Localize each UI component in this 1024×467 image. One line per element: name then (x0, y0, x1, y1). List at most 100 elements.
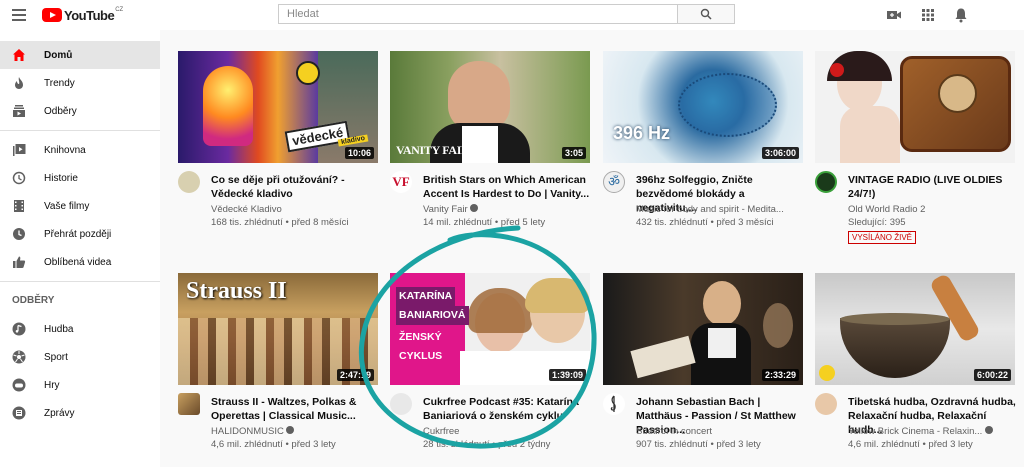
video-thumbnail[interactable]: 6:00:22 (815, 273, 1015, 385)
thumbs-up-icon (13, 256, 26, 268)
treble-clef-icon (610, 395, 616, 412)
video-card[interactable]: VINTAGE RADIO (LIVE OLDIES 24/7!) Old Wo… (815, 51, 1015, 244)
film-icon (14, 200, 24, 212)
flower-icon (819, 365, 835, 381)
video-meta: Vědecké Kladivo 168 tis. zhlédnutí • pře… (211, 203, 379, 229)
video-thumbnail[interactable]: vědecké kladivo 10:06 (178, 51, 378, 163)
notifications-bell-icon[interactable] (953, 7, 969, 23)
channel-avatar[interactable] (390, 393, 412, 415)
video-card[interactable]: 396 Hz 3:06:00 ॐ 396hz Solfeggio, Zničte… (603, 51, 803, 228)
channel-name[interactable]: Old World Radio 2 (848, 203, 1016, 216)
sidebar-item-label: Hry (44, 380, 60, 391)
channel-name[interactable]: Südtirol in concert (636, 425, 804, 438)
video-meta: Music for body and spirit - Medita... 43… (636, 203, 804, 229)
thermal-figure (203, 66, 253, 146)
thumbnail-text-line: KATARÍNA (396, 287, 456, 306)
sidebar-item-library[interactable]: Knihovna (0, 136, 160, 164)
sidebar-item-label: Odběry (44, 106, 77, 117)
thumbnail-text: 396 Hz (613, 123, 671, 143)
sidebar-item-label: Trendy (44, 78, 75, 89)
singing-bowl (840, 318, 950, 378)
thumbnail-text-line: BANIARIOVÁ (396, 306, 469, 325)
sidebar-item-sport[interactable]: Sport (0, 343, 160, 371)
video-stats: 168 tis. zhlédnutí • před 8 měsíci (211, 217, 349, 228)
sidebar-item-history[interactable]: Historie (0, 164, 160, 192)
channel-avatar[interactable]: ॐ (603, 171, 625, 193)
search-button[interactable] (677, 4, 735, 24)
video-thumbnail[interactable]: 396 Hz 3:06:00 (603, 51, 803, 163)
logo-text: YouTube (64, 7, 115, 23)
sidebar-item-news[interactable]: Zprávy (0, 399, 160, 427)
channel-avatar[interactable] (178, 393, 200, 415)
video-stats: 907 tis. zhlédnutí • před 3 lety (636, 439, 761, 450)
search-input[interactable]: Hledat (278, 4, 678, 24)
channel-name[interactable]: HALIDONMUSIC (211, 425, 379, 438)
video-thumbnail[interactable] (815, 51, 1015, 163)
sidebar-item-your-movies[interactable]: Vaše filmy (0, 192, 160, 220)
person-face (448, 61, 510, 131)
channel-name-text: HALIDONMUSIC (211, 426, 284, 437)
video-title[interactable]: Strauss II - Waltzes, Polkas & Operettas… (211, 395, 379, 423)
sidebar-item-label: Vaše filmy (44, 201, 90, 212)
video-thumbnail[interactable]: KATARÍNA BANIARIOVÁ ŽENSKÝ CYKLUS 1:39:0… (390, 273, 590, 385)
video-title[interactable]: Co se děje při otužování? - Vědecké klad… (211, 173, 379, 201)
video-duration: 2:47:19 (336, 369, 374, 381)
channel-name[interactable]: Music for body and spirit - Medita... (636, 203, 804, 216)
youtube-logo[interactable]: YouTube CZ (42, 6, 123, 24)
create-video-icon[interactable] (886, 7, 902, 23)
sidebar-item-liked-videos[interactable]: Oblíbená videa (0, 248, 160, 276)
video-duration: 3:06:00 (761, 147, 799, 159)
thumbnail-text: Strauss II (186, 278, 287, 304)
channel-avatar[interactable] (178, 171, 200, 193)
video-thumbnail[interactable]: VANITY FAIR 3:05 (390, 51, 590, 163)
sidebar-item-label: Historie (44, 173, 78, 184)
channel-avatar[interactable]: VF (390, 171, 412, 193)
library-icon (13, 144, 26, 156)
video-card[interactable]: Strauss II 2:47:19 Strauss II - Waltzes,… (178, 273, 378, 450)
sidebar-item-subscriptions[interactable]: Odběry (0, 97, 160, 125)
channel-name[interactable]: Vanity Fair (423, 203, 591, 216)
video-title[interactable]: VINTAGE RADIO (LIVE OLDIES 24/7!) (848, 173, 1016, 201)
video-meta: Yellow Brick Cinema - Relaxin... 4,6 mil… (848, 425, 1016, 451)
bowl-rim (840, 313, 950, 325)
channel-avatar[interactable] (815, 171, 837, 193)
channel-avatar[interactable] (815, 393, 837, 415)
channel-name[interactable]: Yellow Brick Cinema - Relaxin... (848, 425, 1016, 438)
sidebar-item-watch-later[interactable]: Přehrát později (0, 220, 160, 248)
sidebar-item-label: Domů (44, 50, 73, 61)
video-duration: 1:39:09 (548, 369, 586, 381)
video-card[interactable]: 6:00:22 Tibetská hudba, Ozdravná hudba, … (815, 273, 1016, 450)
sidebar-item-label: Knihovna (44, 145, 86, 156)
singer-face (703, 281, 741, 326)
verified-icon (470, 204, 479, 212)
video-stats: 28 tis. zhlédnutí • před 2 týdny (423, 439, 551, 450)
channel-avatar[interactable] (603, 393, 625, 415)
video-card[interactable]: 2:33:29 Johann Sebastian Bach | Matthäus… (603, 273, 803, 450)
sidebar-item-home[interactable]: Domů (0, 41, 160, 69)
video-card[interactable]: vědecké kladivo 10:06 Co se děje při otu… (178, 51, 378, 228)
flame-icon (15, 77, 23, 89)
channel-name-text: Yellow Brick Cinema - Relaxin... (848, 426, 983, 437)
video-card[interactable]: VANITY FAIR 3:05 VF British Stars on Whi… (390, 51, 590, 228)
video-title[interactable]: British Stars on Which American Accent I… (423, 173, 591, 201)
channel-name[interactable]: Cukrfree (423, 425, 591, 438)
sidebar-item-trending[interactable]: Trendy (0, 69, 160, 97)
thumbnail-text: VANITY FAIR (396, 143, 470, 157)
video-thumbnail[interactable]: Strauss II 2:47:19 (178, 273, 378, 385)
menu-icon[interactable] (12, 9, 26, 21)
video-title[interactable]: Cukrfree Podcast #35: Katarína Baniariov… (423, 395, 591, 423)
sidebar-item-music[interactable]: Hudba (0, 315, 160, 343)
video-stats: 4,6 mil. zhlédnutí • před 3 lety (211, 439, 336, 450)
sidebar-item-games[interactable]: Hry (0, 371, 160, 399)
sidebar-item-label: Oblíbená videa (44, 257, 112, 268)
apps-grid-icon[interactable] (920, 7, 936, 23)
top-bar: YouTube CZ Hledat (0, 0, 1024, 30)
verified-icon (984, 426, 993, 434)
channel-name[interactable]: Vědecké Kladivo (211, 203, 379, 216)
sidebar-item-label: Hudba (44, 324, 74, 335)
home-icon (13, 49, 25, 61)
video-thumbnail[interactable]: 2:33:29 (603, 273, 803, 385)
person-hair-2 (525, 278, 590, 313)
video-card[interactable]: KATARÍNA BANIARIOVÁ ŽENSKÝ CYKLUS 1:39:0… (390, 273, 590, 450)
brain-graphic (678, 73, 777, 137)
